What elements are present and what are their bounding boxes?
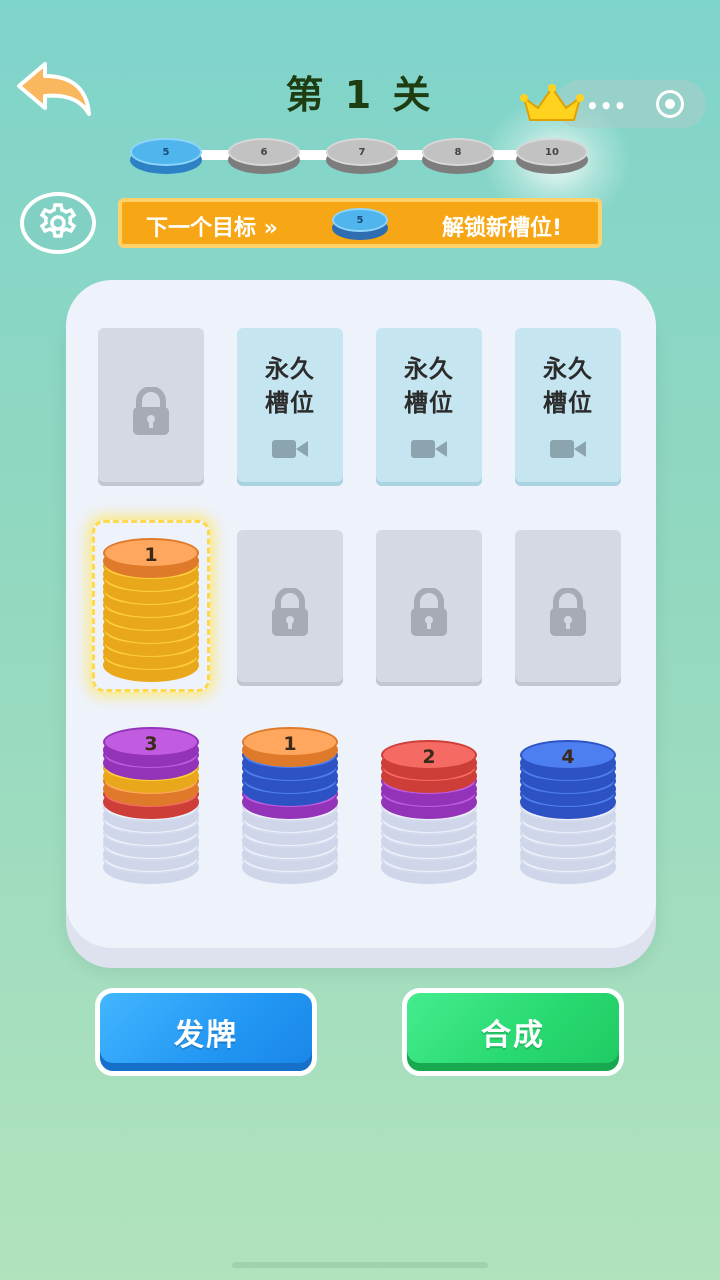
chip-stack[interactable]: 2	[376, 712, 482, 888]
stack-count: 2	[422, 746, 436, 768]
chip-stack[interactable]: 1	[98, 528, 204, 686]
unlock-slot-label: 解锁新槽位!	[441, 216, 562, 241]
chip-purple: 3	[103, 727, 199, 767]
video-ad-icon	[550, 440, 586, 458]
video-ad-icon	[411, 440, 447, 458]
chip-red: 2	[381, 740, 477, 780]
permanent-slot[interactable]: 永久 槽位	[237, 328, 343, 486]
stack-count: 1	[283, 733, 297, 755]
chip-stack[interactable]: 1	[237, 712, 343, 888]
locked-slot[interactable]	[515, 530, 621, 686]
progress-step: 7	[326, 138, 398, 174]
progress-step: 8	[422, 138, 494, 174]
lock-icon	[550, 588, 586, 636]
chip-blue: 4	[520, 740, 616, 780]
stack-count: 1	[144, 544, 158, 566]
deal-button[interactable]: 发牌	[95, 988, 317, 1076]
more-icon[interactable]: •••	[586, 94, 627, 118]
locked-slot[interactable]	[376, 530, 482, 686]
lock-icon	[133, 387, 169, 435]
lock-icon	[272, 588, 308, 636]
goal-chip: 5	[332, 208, 388, 240]
chip-orange: 1	[242, 727, 338, 767]
next-goal-label: 下一个目标 »	[146, 216, 278, 241]
permanent-slot[interactable]: 永久 槽位	[515, 328, 621, 486]
chip-stack[interactable]: 4	[515, 712, 621, 888]
permanent-slot-text: 永久 槽位	[543, 355, 593, 417]
settings-button[interactable]	[20, 192, 96, 254]
chip-stack[interactable]: 3	[98, 712, 204, 888]
stack-count: 3	[144, 733, 158, 755]
stack-count: 4	[561, 746, 575, 768]
crown-icon	[520, 84, 584, 121]
lock-icon	[411, 588, 447, 636]
progress-step: 5	[130, 138, 202, 174]
video-ad-icon	[272, 440, 308, 458]
progress-step: 6	[228, 138, 300, 174]
close-target-icon[interactable]	[656, 90, 684, 118]
permanent-slot-text: 永久 槽位	[265, 355, 315, 417]
permanent-slot[interactable]: 永久 槽位	[376, 328, 482, 486]
locked-slot[interactable]	[98, 328, 204, 486]
gear-icon	[39, 203, 77, 238]
progress-step: 10	[516, 138, 588, 174]
next-goal-banner: 下一个目标 » 5 解锁新槽位!	[118, 198, 602, 248]
home-indicator	[232, 1262, 488, 1268]
merge-button[interactable]: 合成	[402, 988, 624, 1076]
chip-orange: 1	[103, 538, 199, 578]
permanent-slot-text: 永久 槽位	[404, 355, 454, 417]
locked-slot[interactable]	[237, 530, 343, 686]
